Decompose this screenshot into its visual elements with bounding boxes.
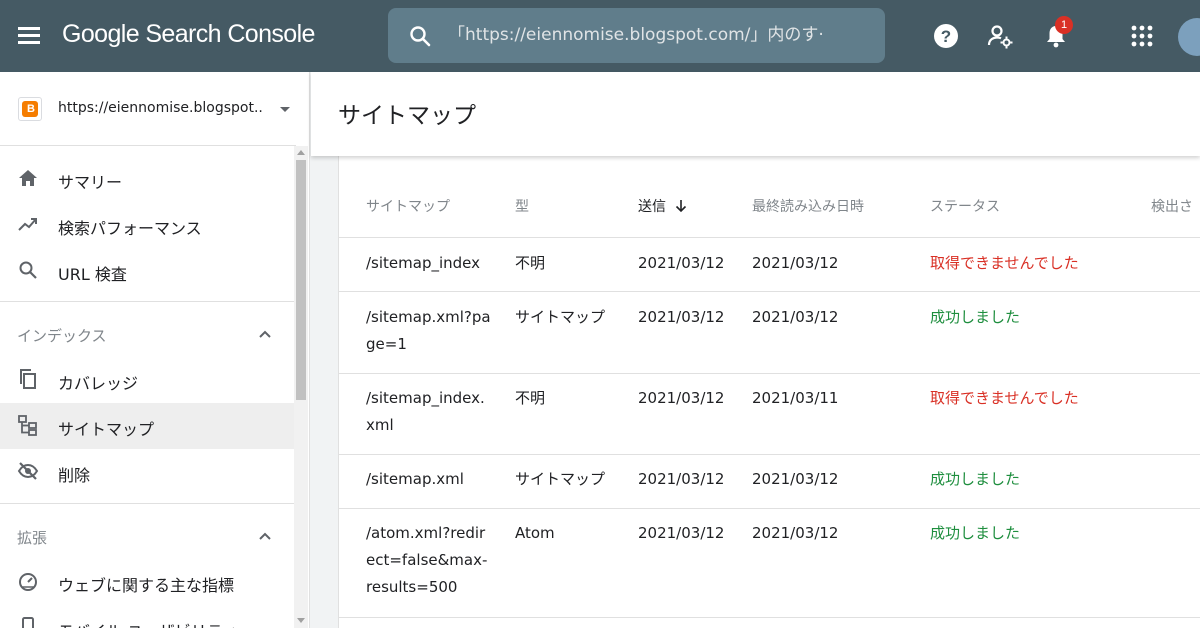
cell-last-read: 2021/03/11: [752, 389, 839, 407]
menu-icon[interactable]: [16, 22, 46, 50]
section-index[interactable]: インデックス: [0, 311, 294, 357]
search-icon[interactable]: [408, 24, 432, 48]
sidebar-item-coverage[interactable]: カバレッジ: [0, 357, 294, 403]
cell-status: 成功しました: [930, 470, 1021, 488]
cell-last-read: 2021/03/12: [752, 254, 839, 272]
trending-up-icon: [18, 218, 37, 231]
cell-submitted: 2021/03/12: [638, 470, 725, 488]
search-input[interactable]: [448, 20, 828, 50]
cell-type: Atom: [515, 524, 555, 542]
cell-submitted: 2021/03/12: [638, 254, 725, 272]
cell-sitemap: /sitemap.xml?page=1: [366, 308, 491, 353]
table-row[interactable]: /sitemap.xml?page=1 サイトマップ 2021/03/12 20…: [339, 292, 1200, 373]
divider: [0, 301, 294, 302]
column-header-sitemap[interactable]: サイトマップ: [366, 196, 450, 216]
apps-grid-icon[interactable]: [1128, 22, 1156, 50]
column-header-label: 送信: [638, 199, 666, 215]
copy-icon: [20, 369, 36, 389]
table-row[interactable]: /atom.xml?redirect=false&max-results=500…: [339, 509, 1200, 617]
cell-last-read: 2021/03/12: [752, 524, 839, 542]
avatar[interactable]: [1178, 18, 1200, 56]
sidebar: B https://eiennomise.blogspot.... サマリー 検…: [0, 72, 310, 628]
column-header-status[interactable]: ステータス: [930, 196, 1000, 216]
dropdown-caret-icon: [280, 107, 290, 112]
search-box[interactable]: [388, 8, 885, 63]
sidebar-item-label: カバレッジ: [58, 374, 139, 393]
sidebar-item-summary[interactable]: サマリー: [0, 156, 294, 202]
page-title: サイトマップ: [338, 103, 476, 129]
sidebar-item-removals[interactable]: 削除: [0, 449, 294, 495]
cell-status: 成功しました: [930, 308, 1021, 326]
cell-sitemap: /sitemap_index: [366, 254, 481, 272]
cell-last-read: 2021/03/12: [752, 308, 839, 326]
property-selector[interactable]: B https://eiennomise.blogspot....: [0, 72, 296, 146]
sidebar-item-label: モバイル ユーザビリティ: [58, 618, 238, 628]
column-header-submitted[interactable]: 送信: [638, 196, 688, 216]
table-row[interactable]: /sitemap.xml サイトマップ 2021/03/12 2021/03/1…: [339, 455, 1200, 508]
cell-last-read: 2021/03/12: [752, 470, 839, 488]
sidebar-item-mobile-usability[interactable]: モバイル ユーザビリティ: [0, 605, 294, 628]
sidebar-item-label: サマリー: [58, 173, 123, 192]
top-app-bar: Google Search Console ? 1: [0, 0, 1200, 72]
cell-submitted: 2021/03/12: [638, 389, 725, 407]
phone-icon: [22, 617, 34, 628]
search-icon: [19, 261, 37, 279]
cell-sitemap: /atom.xml?redirect=false&max-results=500: [366, 524, 488, 596]
column-header-last-read[interactable]: 最終読み込み日時: [752, 196, 864, 216]
divider: [0, 503, 294, 504]
section-label: インデックス: [17, 327, 107, 345]
sitemaps-table-card: サイトマップ 型 送信 最終読み込み日時 ステータス 検出さ /sitemap_…: [338, 156, 1200, 628]
svg-text:?: ?: [941, 27, 951, 46]
sidebar-item-performance[interactable]: 検索パフォーマンス: [0, 202, 294, 248]
scroll-up-arrow-icon[interactable]: [297, 150, 305, 155]
chevron-up-icon: [259, 330, 271, 338]
cell-type: サイトマップ: [515, 470, 606, 488]
page-header: サイトマップ: [311, 72, 1200, 156]
column-header-type[interactable]: 型: [515, 196, 529, 216]
cell-type: 不明: [515, 254, 546, 272]
sidebar-item-sitemaps[interactable]: サイトマップ: [0, 403, 294, 449]
cell-status: 成功しました: [930, 524, 1021, 542]
cell-type: サイトマップ: [515, 308, 606, 326]
scroll-down-arrow-icon[interactable]: [297, 618, 305, 623]
sidebar-item-label: サイトマップ: [58, 420, 155, 439]
blogger-logo: B: [18, 97, 42, 121]
sidebar-item-core-web-vitals[interactable]: ウェブに関する主な指標: [0, 559, 294, 605]
cell-status: 取得できませんでした: [930, 389, 1079, 407]
chevron-up-icon: [259, 532, 271, 540]
cell-sitemap: /sitemap.xml: [366, 470, 464, 488]
gauge-icon: [19, 573, 37, 591]
section-label: 拡張: [17, 529, 48, 547]
visibility-off-icon: [17, 462, 39, 480]
sidebar-scrollbar[interactable]: [294, 146, 308, 628]
arrow-down-icon: [675, 200, 687, 213]
notification-badge: 1: [1055, 16, 1073, 34]
cell-submitted: 2021/03/12: [638, 308, 725, 326]
sidebar-item-url-inspection[interactable]: URL 検査: [0, 248, 294, 294]
cell-status: 取得できませんでした: [930, 254, 1079, 272]
sidebar-item-label: 削除: [58, 466, 91, 485]
table-row[interactable]: /sitemap_index.xml 不明 2021/03/12 2021/03…: [339, 374, 1200, 454]
section-extensions[interactable]: 拡張: [0, 513, 294, 559]
column-header-discovered[interactable]: 検出さ: [1151, 196, 1193, 216]
app-title[interactable]: Google Search Console: [62, 20, 315, 49]
cell-sitemap: /sitemap_index.xml: [366, 389, 485, 434]
scrollbar-thumb[interactable]: [296, 160, 306, 400]
table-row[interactable]: /sitemap_index 不明 2021/03/12 2021/03/12 …: [339, 238, 1200, 291]
property-url: https://eiennomise.blogspot....: [58, 100, 263, 116]
sidebar-item-label: ウェブに関する主な指標: [58, 576, 235, 595]
users-settings-icon[interactable]: [986, 22, 1014, 50]
sidebar-item-label: 検索パフォーマンス: [58, 219, 202, 238]
cell-type: 不明: [515, 389, 546, 407]
sidebar-item-label: URL 検査: [58, 265, 127, 284]
sitemap-icon: [18, 415, 37, 436]
row-divider: [339, 617, 1200, 618]
help-icon[interactable]: ?: [932, 22, 960, 50]
cell-submitted: 2021/03/12: [638, 524, 725, 542]
home-icon: [19, 170, 37, 186]
